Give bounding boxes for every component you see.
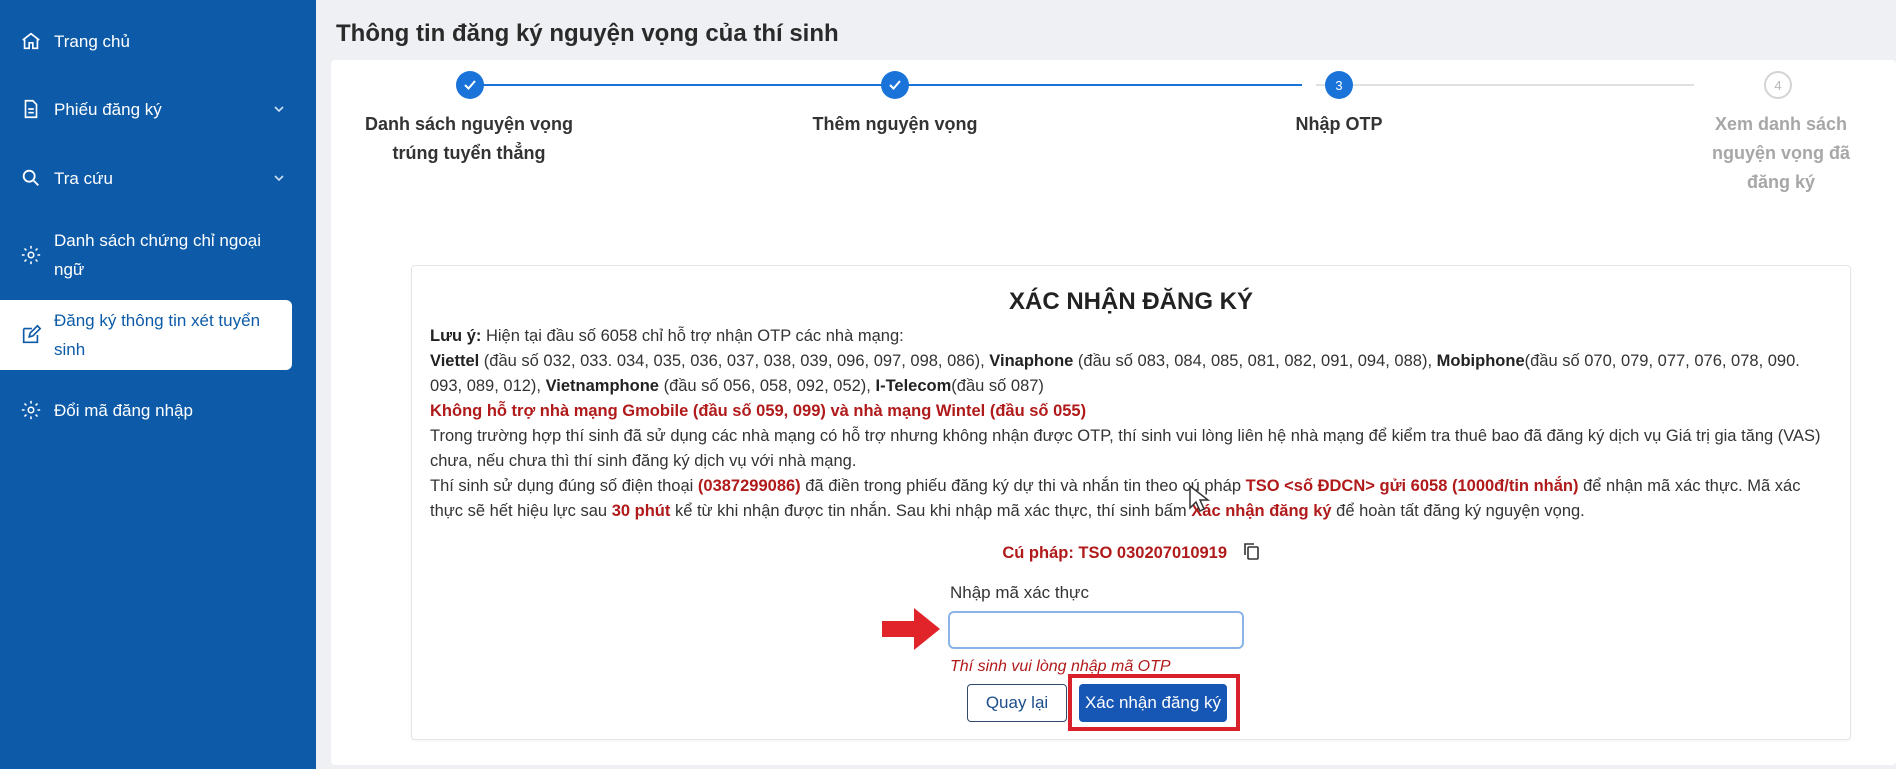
back-button[interactable]: Quay lại: [967, 684, 1067, 722]
sidebar-item-label: Phiếu đăng ký: [54, 99, 162, 119]
step-2-check-icon: [881, 71, 909, 99]
instruction-text: đã điền trong phiếu đăng ký dự thi và nh…: [800, 477, 1246, 495]
home-icon: [20, 30, 42, 52]
notice-text: Hiện tại đầu số 6058 chỉ hỗ trợ nhận OTP…: [481, 327, 904, 345]
edit-icon: [20, 324, 42, 346]
carrier-prefixes: (đầu số 087): [951, 377, 1044, 395]
otp-notice: Lưu ý: Hiện tại đầu số 6058 chỉ hỗ trợ n…: [430, 324, 1835, 524]
chevron-down-icon[interactable]: [272, 171, 286, 185]
confirm-title: XÁC NHẬN ĐĂNG KÝ: [1008, 288, 1253, 315]
confirm-registration-panel: XÁC NHẬN ĐĂNG KÝ Lưu ý: Hiện tại đầu số …: [411, 265, 1851, 740]
confirm-reference: Xác nhận đăng ký: [1191, 502, 1332, 520]
carrier-prefixes: (đầu số 032, 033. 034, 035, 036, 037, 03…: [479, 352, 990, 370]
carrier-name: Viettel: [430, 352, 480, 370]
sidebar-item-registration-form[interactable]: Phiếu đăng ký: [0, 94, 316, 124]
carrier-name: Vinaphone: [989, 352, 1074, 370]
step-3-label: Nhập OTP: [1295, 114, 1383, 134]
sidebar-item-label: Danh sách chứng chỉ ngoại ngữ: [54, 231, 262, 279]
unsupported-carriers: Không hỗ trợ nhà mạng Gmobile (đầu số 05…: [430, 402, 1087, 420]
sidebar-item-label: Đăng ký thông tin xét tuyển sinh: [54, 311, 261, 359]
document-icon: [20, 98, 42, 120]
arrow-right-icon: [882, 608, 940, 650]
sidebar-item-label: Trang chủ: [54, 31, 130, 51]
otp-input[interactable]: [948, 611, 1244, 649]
step-3-number: 3: [1325, 71, 1353, 99]
sidebar-item-label: Tra cứu: [54, 168, 113, 188]
step-4-label: Xem danh sách nguyện vọng đã đăng ký: [1711, 114, 1850, 192]
page-title: Thông tin đăng ký nguyện vọng của thí si…: [336, 20, 839, 47]
sms-syntax-hint: TSO <số ĐDCN> gửi 6058 (1000đ/tin nhắn): [1245, 477, 1579, 495]
otp-instructions: Thí sinh sử dụng đúng số điện thoại (038…: [430, 474, 1835, 524]
mouse-cursor-icon: [1189, 484, 1210, 513]
instruction-text: Thí sinh sử dụng đúng số điện thoại: [430, 477, 698, 495]
otp-validity: 30 phút: [611, 502, 671, 520]
instruction-text: để hoàn tất đăng ký nguyện vọng.: [1331, 502, 1585, 520]
carrier-name: I-Telecom: [875, 377, 952, 395]
sidebar-item-label: Đổi mã đăng nhập: [54, 400, 193, 420]
search-icon: [20, 167, 42, 189]
carrier-name: Vietnamphone: [545, 377, 659, 395]
content-card: Danh sách nguyện vọng trúng tuyển thẳng …: [331, 60, 1896, 765]
vas-note: Trong trường hợp thí sinh đã sử dụng các…: [430, 427, 1821, 470]
step-4-number: 4: [1764, 71, 1792, 99]
step-2-label: Thêm nguyện vọng: [812, 114, 978, 134]
sidebar-item-home[interactable]: Trang chủ: [0, 26, 316, 56]
sms-syntax-row: Cú pháp: TSO 030207010919: [412, 541, 1850, 563]
sidebar-item-language-certificates[interactable]: Danh sách chứng chỉ ngoại ngữ: [0, 222, 316, 288]
instruction-text: kể từ khi nhận được tin nhắn. Sau khi nh…: [670, 502, 1192, 520]
main-content: Thông tin đăng ký nguyện vọng của thí si…: [316, 0, 1896, 769]
otp-label: Nhập mã xác thực: [950, 583, 1089, 602]
carrier-prefixes: (đầu số 083, 084, 085, 081, 082, 091, 09…: [1073, 352, 1437, 370]
carrier-name: Mobiphone: [1436, 352, 1525, 370]
phone-number: (0387299086): [697, 477, 801, 495]
step-1-check-icon: [456, 71, 484, 99]
gear-icon: [20, 399, 42, 421]
copy-icon[interactable]: [1242, 541, 1260, 561]
stepper-line-pending: [1316, 84, 1694, 86]
sidebar-item-admission-registration[interactable]: Đăng ký thông tin xét tuyển sinh: [0, 300, 292, 370]
carrier-prefixes: (đầu số 056, 058, 092, 052),: [658, 377, 876, 395]
sidebar-item-lookup[interactable]: Tra cứu: [0, 163, 316, 193]
notice-label: Lưu ý:: [430, 327, 482, 345]
carrier-list: Viettel (đầu số 032, 033. 034, 035, 036,…: [430, 349, 1835, 399]
sidebar-item-change-password[interactable]: Đổi mã đăng nhập: [0, 395, 316, 425]
chevron-down-icon[interactable]: [272, 102, 286, 116]
sms-syntax: Cú pháp: TSO 030207010919: [1002, 544, 1228, 562]
gear-icon: [20, 244, 42, 266]
sidebar: Trang chủ Phiếu đăng ký Tra cứu Danh sác…: [0, 0, 316, 769]
step-1-label: Danh sách nguyện vọng trúng tuyển thẳng: [364, 114, 574, 163]
notice-line: Lưu ý: Hiện tại đầu số 6058 chỉ hỗ trợ n…: [430, 324, 1835, 349]
button-highlight-box: [1068, 674, 1240, 731]
